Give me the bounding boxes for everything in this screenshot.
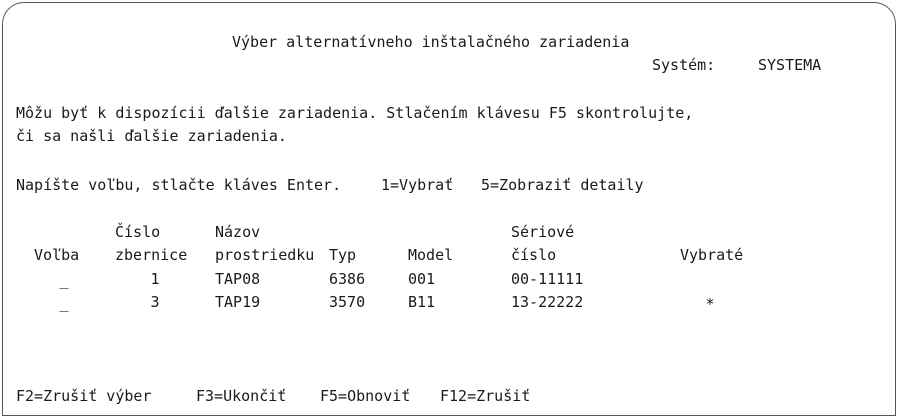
- option-select-legend: 1=Vybrať: [381, 176, 454, 194]
- column-header-name: prostriedku: [215, 246, 315, 264]
- info-line-1: Môžu byť k dispozícii ďalšie zariadenia.…: [16, 104, 694, 122]
- f5-key-refresh[interactable]: F5=Obnoviť: [320, 387, 410, 405]
- info-line-2: či sa našli ďalšie zariadenia.: [16, 127, 287, 145]
- column-header-bus: zbernice: [115, 246, 188, 264]
- column-header-option: Voľba: [34, 246, 80, 264]
- row-1-model: 001: [408, 270, 436, 288]
- column-header-serial-top: Sériové: [511, 223, 575, 241]
- f2-key-cancel-selection[interactable]: F2=Zrušiť výber: [16, 387, 151, 405]
- option-details-legend: 5=Zobraziť detaily: [481, 176, 644, 194]
- row-2-option-input[interactable]: _: [54, 294, 74, 312]
- column-header-selected: Vybraté: [680, 246, 744, 264]
- row-2-model: B11: [408, 293, 436, 311]
- row-2-type: 3570: [329, 293, 366, 311]
- system-name: SYSTEMA: [758, 56, 822, 74]
- f12-key-cancel[interactable]: F12=Zrušiť: [440, 387, 530, 405]
- row-2-serial: 13-22222: [511, 293, 584, 311]
- column-header-bus-top: Číslo: [115, 223, 161, 241]
- row-1-type: 6386: [329, 270, 366, 288]
- row-2-bus: 3: [150, 293, 160, 311]
- column-header-name-top: Názov: [215, 223, 261, 241]
- row-2-name: TAP19: [215, 293, 261, 311]
- row-2-selected: *: [705, 295, 715, 313]
- instruction-prompt: Napíšte voľbu, stlačte kláves Enter.: [16, 176, 342, 194]
- row-1-serial: 00-11111: [511, 270, 584, 288]
- f3-key-exit[interactable]: F3=Ukončiť: [196, 387, 286, 405]
- row-1-option-input[interactable]: _: [54, 271, 74, 289]
- system-label: Systém:: [652, 56, 716, 74]
- column-header-serial: číslo: [511, 246, 557, 264]
- column-header-type: Typ: [329, 246, 357, 264]
- screen-title: Výber alternatívneho inštalačného zariad…: [232, 33, 630, 51]
- column-header-model: Model: [408, 246, 454, 264]
- row-1-name: TAP08: [215, 270, 261, 288]
- row-1-bus: 1: [150, 270, 160, 288]
